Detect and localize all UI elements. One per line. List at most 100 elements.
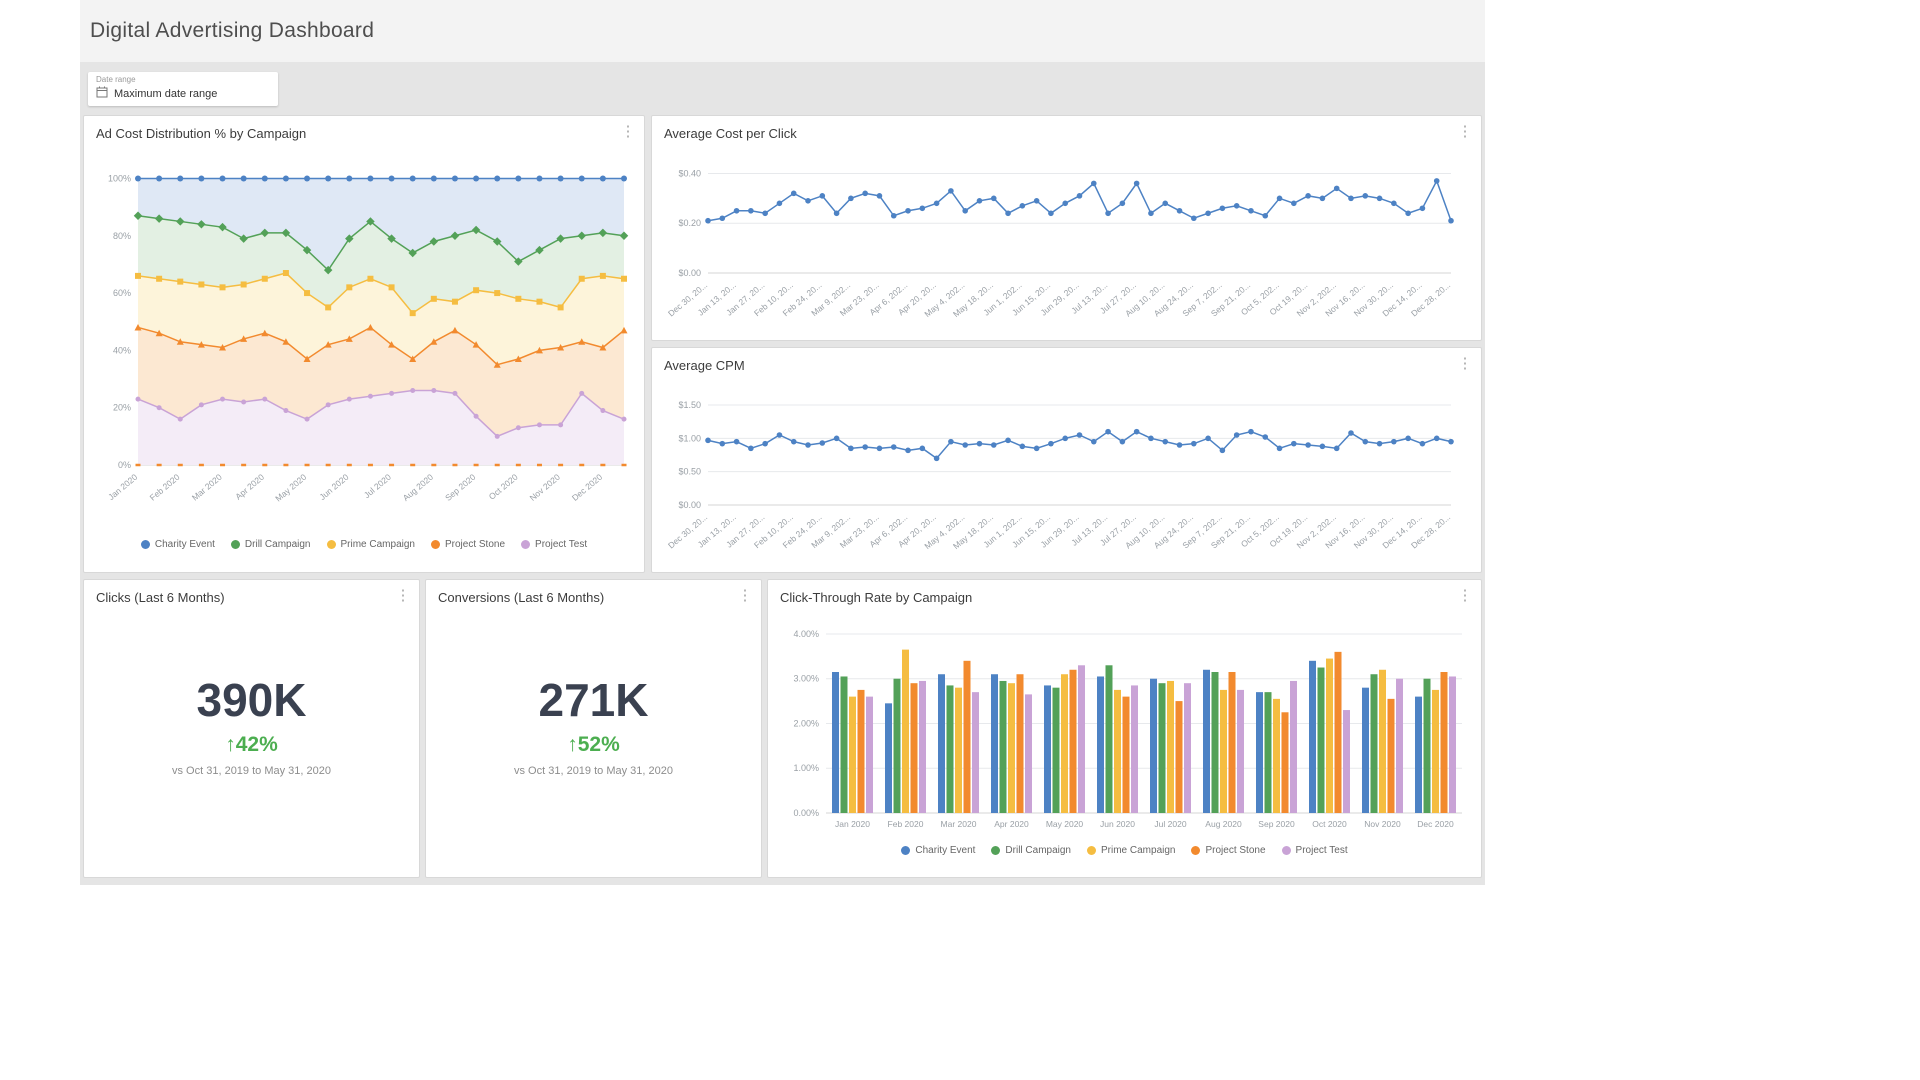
legend-label: Drill Campaign: [1005, 845, 1071, 856]
svg-text:1.00%: 1.00%: [793, 763, 819, 773]
legend-dot-icon: [1191, 846, 1201, 855]
card-title: Average CPM: [664, 358, 745, 373]
svg-text:40%: 40%: [113, 345, 131, 355]
card-title: Ad Cost Distribution % by Campaign: [96, 126, 307, 141]
card-menu-icon[interactable]: [1455, 584, 1475, 608]
legend-dot-icon: [140, 540, 150, 549]
svg-text:$1.00: $1.00: [678, 433, 701, 443]
svg-text:$0.00: $0.00: [678, 500, 701, 510]
legend-dot-icon: [1281, 846, 1291, 855]
card-menu-icon[interactable]: [1455, 120, 1475, 144]
card-title: Clicks (Last 6 Months): [96, 590, 225, 605]
legend-item[interactable]: Charity Event: [901, 845, 975, 856]
conversions-kpi-compare: vs Oct 31, 2019 to May 31, 2020: [514, 765, 673, 777]
page: Digital Advertising Dashboard Date range…: [0, 0, 1920, 1080]
svg-text:May 2020: May 2020: [273, 472, 308, 504]
clicks-kpi-compare: vs Oct 31, 2019 to May 31, 2020: [172, 765, 331, 777]
svg-text:60%: 60%: [113, 288, 131, 298]
svg-text:Oct 2020: Oct 2020: [487, 472, 520, 502]
svg-text:Feb 2020: Feb 2020: [148, 472, 182, 503]
conversions-kpi-delta: ↑52%: [567, 733, 620, 756]
card-menu-icon[interactable]: [735, 584, 755, 608]
legend-item[interactable]: Project Test: [1281, 845, 1348, 856]
svg-text:Aug 2020: Aug 2020: [1205, 819, 1242, 829]
svg-text:Mar 2020: Mar 2020: [941, 819, 977, 829]
svg-text:$0.20: $0.20: [678, 218, 701, 228]
average-cpc-chart[interactable]: $0.00$0.20$0.40Dec 30, 20...Jan 13, 20..…: [658, 147, 1473, 337]
svg-text:May 2020: May 2020: [1046, 819, 1084, 829]
legend-dot-icon: [901, 846, 911, 855]
svg-text:Jun 2020: Jun 2020: [317, 472, 350, 502]
svg-text:20%: 20%: [113, 403, 131, 413]
legend-dot-icon: [521, 540, 531, 549]
legend-item[interactable]: Project Test: [521, 539, 587, 550]
legend-dot-icon: [991, 846, 1001, 855]
legend-dot-icon: [430, 540, 440, 549]
svg-text:Aug 2020: Aug 2020: [401, 472, 436, 503]
clicks-kpi-value: 390K: [196, 674, 307, 726]
card-menu-icon[interactable]: [393, 584, 413, 608]
svg-text:0.00%: 0.00%: [793, 808, 819, 818]
svg-text:4.00%: 4.00%: [793, 629, 819, 639]
calendar-icon: [96, 85, 108, 103]
page-title: Digital Advertising Dashboard: [90, 19, 375, 42]
legend-label: Project Test: [1295, 845, 1348, 856]
card-ad-cost-distribution: Ad Cost Distribution % by Campaign 0% 20%…: [83, 115, 645, 573]
legend-dot-icon: [1087, 846, 1096, 855]
clicks-kpi-delta: ↑42%: [225, 733, 278, 756]
card-title: Average Cost per Click: [664, 126, 797, 141]
card-menu-icon[interactable]: [618, 120, 638, 144]
ctr-by-campaign-chart[interactable]: 0.00% 1.00% 2.00% 3.00% 4.00% Jan 2020 Feb 202…: [774, 611, 1474, 843]
average-cpm-chart[interactable]: $0.00$0.50$1.00$1.50Dec 30, 20...Jan 13,…: [658, 379, 1473, 569]
date-range-value: Maximum date range: [114, 88, 218, 100]
svg-text:Jul 2020: Jul 2020: [362, 472, 393, 500]
svg-text:$0.00: $0.00: [678, 268, 701, 278]
svg-text:Feb 2020: Feb 2020: [888, 819, 924, 829]
card-menu-icon[interactable]: [1455, 352, 1475, 376]
svg-text:Mar 2020: Mar 2020: [190, 472, 224, 503]
svg-text:100%: 100%: [108, 173, 131, 183]
legend-item[interactable]: Drill Campaign: [230, 539, 311, 550]
legend-dot-icon: [230, 540, 240, 549]
conversions-kpi-value: 271K: [538, 674, 649, 726]
svg-text:Jan 2020: Jan 2020: [106, 472, 139, 502]
card-clicks-kpi: Clicks (Last 6 Months) 390K ↑42% vs Oct …: [83, 579, 420, 878]
svg-text:3.00%: 3.00%: [793, 674, 819, 684]
svg-text:Jun 2020: Jun 2020: [1100, 819, 1135, 829]
svg-text:$0.50: $0.50: [678, 467, 701, 477]
legend-item[interactable]: Project Stone: [430, 539, 505, 550]
legend-label: Charity Event: [915, 845, 976, 856]
dashboard: Digital Advertising Dashboard Date range…: [80, 0, 1485, 885]
legend-label: Prime Campaign: [1101, 845, 1176, 856]
legend-item[interactable]: Charity Event: [140, 539, 215, 550]
legend-label: Project Stone: [1205, 845, 1266, 856]
svg-text:Oct 2020: Oct 2020: [1312, 819, 1347, 829]
legend-label: Drill Campaign: [244, 539, 311, 550]
svg-text:Jul 2020: Jul 2020: [1154, 819, 1186, 829]
svg-text:Apr 2020: Apr 2020: [233, 472, 266, 502]
ctr-chart-legend: Charity Event Drill Campaign Prime Campaig…: [768, 845, 1481, 856]
svg-text:80%: 80%: [113, 231, 131, 241]
card-title: Click-Through Rate by Campaign: [780, 590, 973, 605]
card-title: Conversions (Last 6 Months): [438, 590, 605, 605]
svg-text:Jan 2020: Jan 2020: [835, 819, 870, 829]
legend-label: Prime Campaign: [340, 539, 415, 550]
svg-text:$1.50: $1.50: [678, 400, 701, 410]
card-ctr-by-campaign: Click-Through Rate by Campaign 0.00% 1.00…: [767, 579, 1482, 878]
card-average-cpc: Average Cost per Click $0.00$0.20$0.40De…: [651, 115, 1482, 341]
legend-item[interactable]: Project Stone: [1191, 845, 1266, 856]
legend-dot-icon: [326, 540, 336, 549]
ad-cost-distribution-chart[interactable]: 0% 20% 40% 60% 80% 100% Jan 2020 Feb 2020 Mar 20…: [90, 147, 640, 537]
filter-bar: Date range Maximum date range: [80, 62, 1485, 115]
card-average-cpm: Average CPM $0.00$0.50$1.00$1.50Dec 30, …: [651, 347, 1482, 573]
legend-item[interactable]: Drill Campaign: [991, 845, 1071, 856]
date-range-picker[interactable]: Date range Maximum date range: [88, 72, 278, 106]
dashboard-header: Digital Advertising Dashboard: [80, 0, 1485, 62]
svg-text:Nov 2020: Nov 2020: [1364, 819, 1401, 829]
legend-item[interactable]: Prime Campaign: [326, 539, 415, 550]
legend-item[interactable]: Prime Campaign: [1087, 845, 1175, 856]
svg-text:Nov 2020: Nov 2020: [528, 472, 563, 503]
ad-cost-chart-legend: Charity Event Drill Campaign Prime Campaig…: [84, 539, 644, 550]
svg-text:Dec 2020: Dec 2020: [1417, 819, 1454, 829]
svg-text:0%: 0%: [118, 460, 131, 470]
